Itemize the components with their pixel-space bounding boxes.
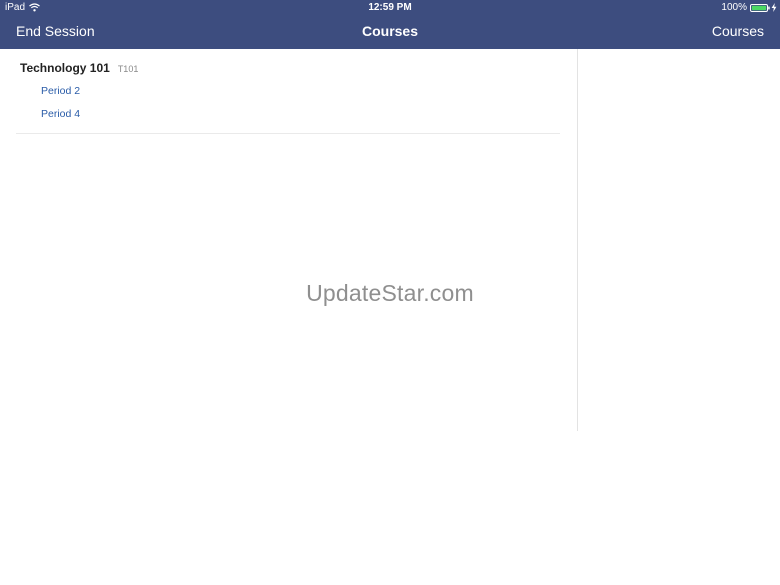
- page-title: Courses: [361, 23, 419, 39]
- courses-button[interactable]: Courses: [712, 23, 764, 39]
- status-time: 12:59 PM: [368, 2, 412, 13]
- status-right: 100%: [721, 2, 777, 13]
- top-bar: iPad 12:59 PM 100% End Session Courses C…: [0, 0, 780, 49]
- charging-icon: [771, 3, 777, 12]
- course-name: Technology 101: [20, 61, 110, 75]
- period-item[interactable]: Period 2: [41, 85, 80, 97]
- battery-icon: [750, 3, 770, 12]
- course-list-pane: Technology 101 T101 Period 2 Period 4: [0, 49, 577, 431]
- course-code: T101: [117, 64, 139, 74]
- period-item[interactable]: Period 4: [41, 108, 80, 120]
- watermark: UpdateStar.com: [306, 280, 474, 306]
- split-view-divider: [577, 49, 578, 431]
- course-divider: [16, 133, 560, 134]
- navigation-bar: End Session Courses Courses: [0, 16, 780, 49]
- course-header: Technology 101 T101: [20, 61, 138, 75]
- status-bar: iPad 12:59 PM 100%: [0, 0, 780, 16]
- battery-percentage: 100%: [721, 2, 747, 13]
